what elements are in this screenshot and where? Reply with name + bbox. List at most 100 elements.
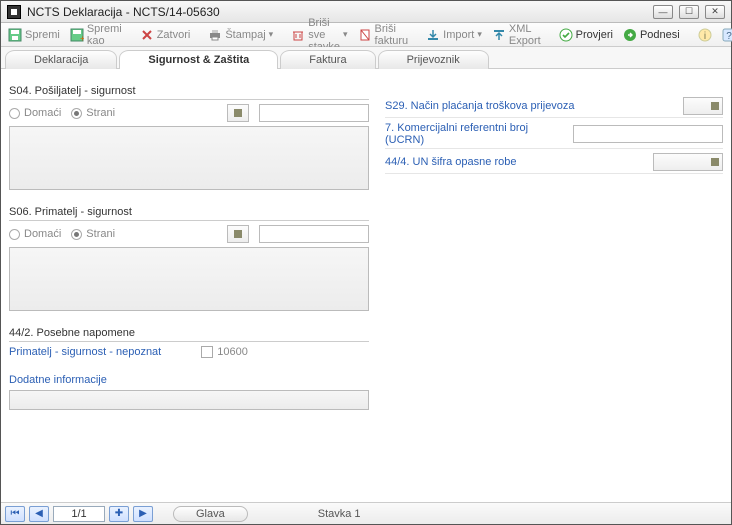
trash-icon (291, 28, 305, 42)
close-doc-button[interactable]: Zatvori (137, 26, 194, 44)
row-nacin-placanja: S29. Način plaćanja troškova prijevoza (385, 95, 723, 118)
nacin-placanja-picker[interactable] (683, 97, 723, 115)
divider (9, 99, 369, 100)
save-button[interactable]: Spremi (5, 26, 63, 44)
country-picker-s04[interactable] (227, 104, 249, 122)
dodatne-informacije-link[interactable]: Dodatne informacije (9, 374, 369, 386)
radio-icon-checked (71, 229, 82, 240)
nav-next-button[interactable]: ▶ (133, 506, 153, 522)
recipient-details-area[interactable] (9, 247, 369, 311)
komercijalni-ref-label[interactable]: 7. Komercijalni referentni broj (UCRN) (385, 122, 567, 146)
svg-text:?: ? (726, 31, 732, 42)
print-button[interactable]: Štampaj (205, 26, 276, 44)
radio-domaci-s04[interactable]: Domaći (9, 107, 61, 119)
row-un-sifra: 44/4. UN šifra opasne robe (385, 151, 723, 174)
napomene-title: 44/2. Posebne napomene (9, 327, 369, 339)
code-input-s06[interactable] (259, 225, 369, 243)
radio-strani-label: Strani (86, 228, 115, 240)
floppy-plus-icon: + (70, 28, 84, 42)
help-icon: ? (722, 28, 732, 42)
maximize-button[interactable]: ☐ (679, 5, 699, 19)
tab-prijevoznik[interactable]: Prijevoznik (378, 50, 489, 69)
import-label: Import (443, 29, 474, 41)
radio-strani-label: Strani (86, 107, 115, 119)
tab-faktura[interactable]: Faktura (280, 50, 375, 69)
nav-counter[interactable]: 1/1 (53, 506, 105, 522)
status-stavka: Stavka 1 (296, 508, 383, 520)
radio-domaci-label: Domaći (24, 228, 61, 240)
delete-invoice-label: Briši fakturu (375, 23, 409, 47)
divider (9, 341, 369, 342)
svg-text:+: + (80, 34, 84, 42)
radio-strani-s04[interactable]: Strani (71, 107, 115, 119)
radio-icon (9, 229, 20, 240)
help-button[interactable]: ? (719, 26, 732, 44)
checkbox-icon (201, 346, 213, 358)
radio-domaci-s06[interactable]: Domaći (9, 228, 61, 240)
nav-first-button[interactable]: ⏮ (5, 506, 25, 522)
submit-icon (623, 28, 637, 42)
right-column: S29. Način plaćanja troškova prijevoza 7… (385, 79, 723, 502)
submit-button[interactable]: Podnesi (620, 26, 683, 44)
submit-label: Podnesi (640, 29, 680, 41)
close-doc-label: Zatvori (157, 29, 191, 41)
toolbar: Spremi + Spremi kao Zatvori Štampaj Briš… (1, 23, 731, 47)
radio-domaci-label: Domaći (24, 107, 61, 119)
status-glava[interactable]: Glava (173, 506, 248, 522)
komercijalni-ref-input[interactable] (573, 125, 723, 143)
content-area: S04. Pošiljatelj - sigurnost Domaći Stra… (1, 69, 731, 502)
print-label: Štampaj (225, 29, 265, 41)
titlebar: NCTS Deklaracija - NCTS/14-05630 — ☐ ✕ (1, 1, 731, 23)
radio-strani-s06[interactable]: Strani (71, 228, 115, 240)
svg-text:i: i (704, 31, 706, 42)
printer-icon (208, 28, 222, 42)
section-napomene: 44/2. Posebne napomene Primatelj - sigur… (9, 321, 369, 410)
verify-label: Provjeri (576, 29, 613, 41)
close-button[interactable]: ✕ (705, 5, 725, 19)
left-column: S04. Pošiljatelj - sigurnost Domaći Stra… (9, 79, 369, 502)
nav-add-button[interactable]: ✚ (109, 506, 129, 522)
save-label: Spremi (25, 29, 60, 41)
dodatne-informacije-input[interactable] (9, 390, 369, 410)
import-button[interactable]: Import (423, 26, 485, 44)
check-icon (559, 28, 573, 42)
statusbar: ⏮ ◀ 1/1 ✚ ▶ Glava Stavka 1 (1, 502, 731, 524)
tab-bar: Deklaracija Sigurnost & Zaštita Faktura … (1, 47, 731, 69)
country-picker-s06[interactable] (227, 225, 249, 243)
radio-icon (9, 108, 20, 119)
sender-details-area[interactable] (9, 126, 369, 190)
xml-export-button[interactable]: XML Export (489, 21, 544, 49)
save-as-button[interactable]: + Spremi kao (67, 21, 125, 49)
tab-sigurnost-zastita[interactable]: Sigurnost & Zaštita (119, 50, 278, 69)
minimize-button[interactable]: — (653, 5, 673, 19)
primatelj-nepoznat-code: 10600 (217, 346, 248, 358)
code-input-s04[interactable] (259, 104, 369, 122)
divider (9, 220, 369, 221)
x-icon (140, 28, 154, 42)
s06-title: S06. Primatelj - sigurnost (9, 206, 369, 218)
un-sifra-picker[interactable] (653, 153, 723, 171)
trash-doc-icon (358, 28, 372, 42)
nav-prev-button[interactable]: ◀ (29, 506, 49, 522)
export-icon (492, 28, 506, 42)
radio-icon-checked (71, 108, 82, 119)
un-sifra-label[interactable]: 44/4. UN šifra opasne robe (385, 156, 647, 168)
section-s04: S04. Pošiljatelj - sigurnost Domaći Stra… (9, 79, 369, 190)
save-as-label: Spremi kao (87, 23, 122, 47)
primatelj-nepoznat-link[interactable]: Primatelj - sigurnost - nepoznat (9, 346, 161, 358)
verify-button[interactable]: Provjeri (556, 26, 616, 44)
floppy-icon (8, 28, 22, 42)
info-icon: i (698, 28, 712, 42)
import-icon (426, 28, 440, 42)
window-controls: — ☐ ✕ (653, 5, 725, 19)
delete-invoice-button[interactable]: Briši fakturu (355, 21, 412, 49)
info-button[interactable]: i (695, 26, 715, 44)
app-icon (7, 5, 21, 19)
row-komercijalni-ref: 7. Komercijalni referentni broj (UCRN) (385, 120, 723, 149)
app-window: NCTS Deklaracija - NCTS/14-05630 — ☐ ✕ S… (0, 0, 732, 525)
nacin-placanja-label[interactable]: S29. Način plaćanja troškova prijevoza (385, 100, 677, 112)
section-s06: S06. Primatelj - sigurnost Domaći Strani (9, 200, 369, 311)
xml-export-label: XML Export (509, 23, 541, 47)
tab-deklaracija[interactable]: Deklaracija (5, 50, 117, 69)
primatelj-nepoznat-checkbox[interactable]: 10600 (201, 346, 248, 358)
